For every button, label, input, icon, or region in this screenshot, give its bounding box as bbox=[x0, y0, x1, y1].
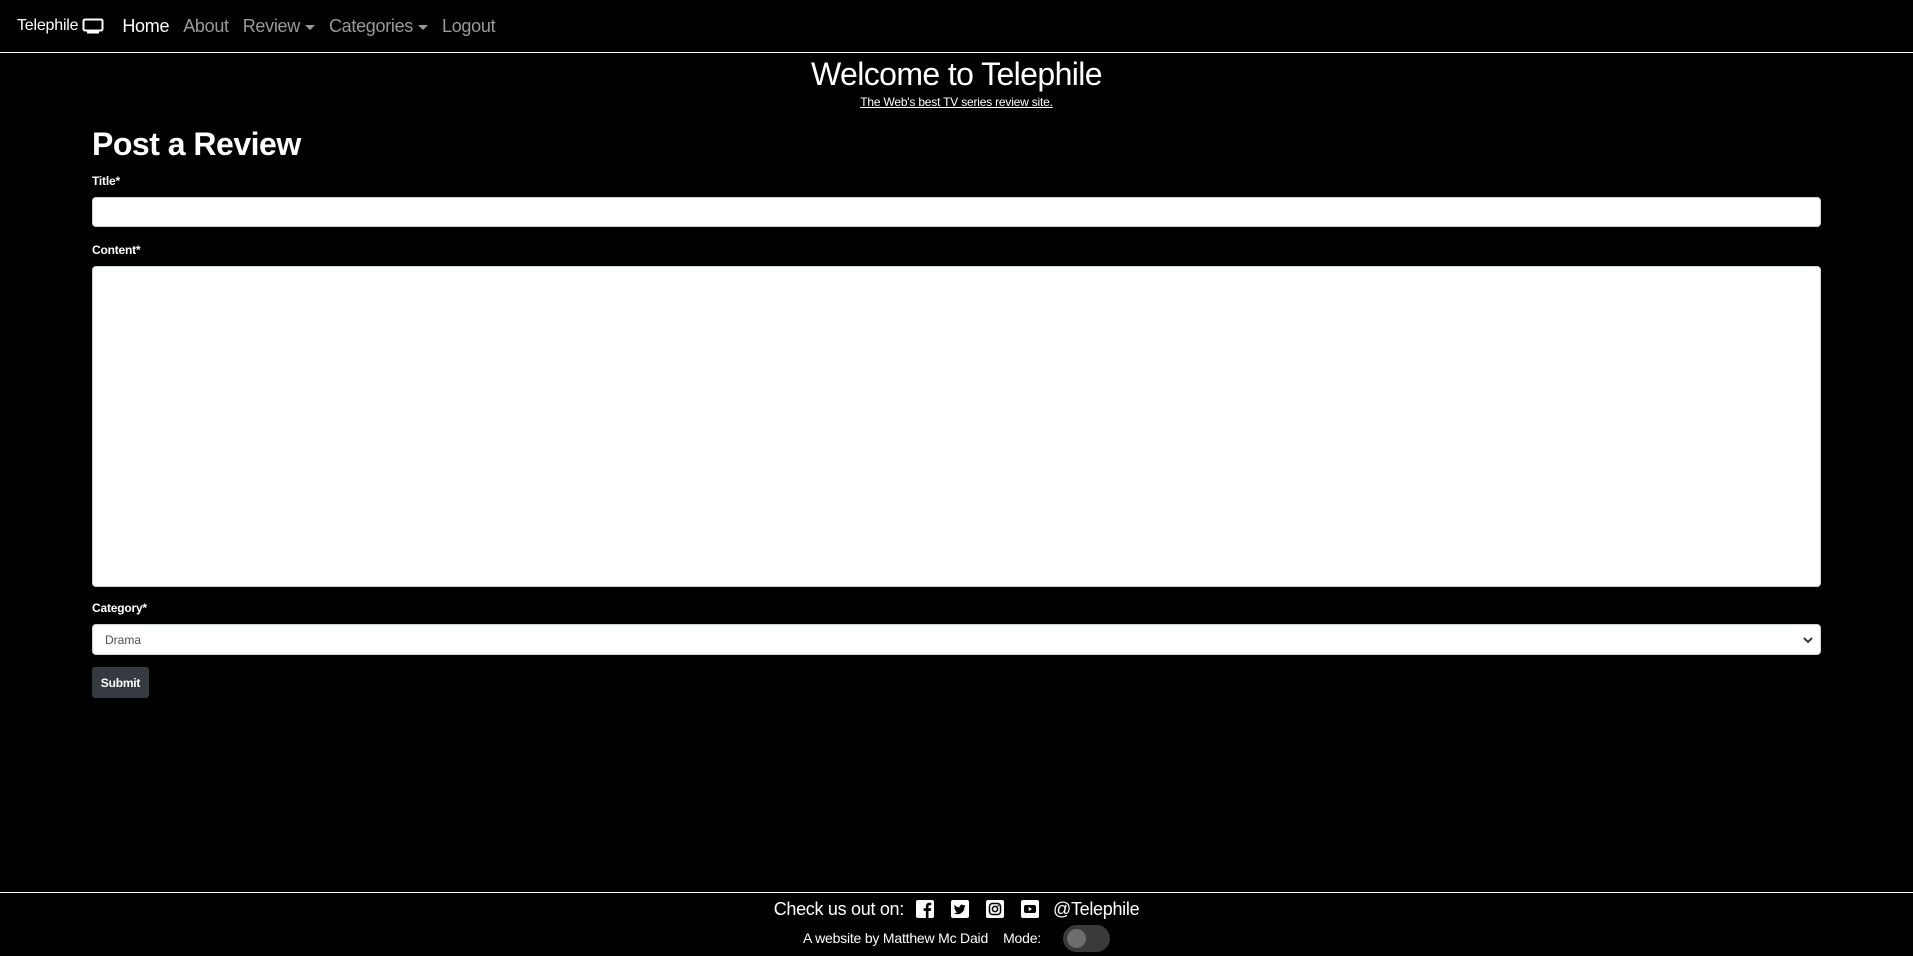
content-label: Content* bbox=[92, 243, 141, 257]
caret-down-icon bbox=[418, 24, 429, 30]
toggle-knob bbox=[1066, 928, 1086, 948]
brand-name: Telephile bbox=[17, 17, 79, 34]
instagram-icon[interactable] bbox=[985, 900, 1004, 918]
category-select[interactable]: Drama bbox=[92, 624, 1821, 655]
nav-review-label: Review bbox=[242, 15, 301, 36]
category-selected-value: Drama bbox=[105, 632, 142, 647]
nav-review-dropdown[interactable]: Review bbox=[243, 16, 315, 37]
form-heading: Post a Review bbox=[92, 126, 301, 162]
content-textarea[interactable] bbox=[92, 266, 1821, 587]
footer: Check us out on: @Telephile A website by… bbox=[0, 892, 1913, 956]
dark-mode-toggle[interactable] bbox=[1062, 924, 1110, 952]
navbar: Telephile Home About Review Categories L… bbox=[0, 0, 1913, 53]
author-credit: A website by Matthew Mc Daid bbox=[803, 930, 989, 946]
title-input[interactable] bbox=[92, 197, 1821, 227]
nav-categories-dropdown[interactable]: Categories bbox=[328, 15, 429, 37]
nav-categories-label: Categories bbox=[328, 15, 414, 36]
social-handle: @Telephile bbox=[1052, 898, 1140, 919]
site-tagline: The Web's best TV series review site. bbox=[860, 95, 1053, 109]
title-label: Title* bbox=[92, 174, 120, 188]
tv-icon bbox=[82, 18, 104, 34]
site-title: Welcome to Telephile bbox=[811, 56, 1103, 92]
review-form: Post a Review Title* Content* Category* … bbox=[92, 122, 1821, 698]
submit-button[interactable]: Submit bbox=[92, 667, 149, 698]
nav-about[interactable]: About bbox=[183, 16, 229, 37]
brand-link[interactable]: Telephile bbox=[17, 17, 104, 35]
mode-label: Mode: bbox=[1003, 930, 1041, 946]
caret-down-icon bbox=[304, 24, 315, 30]
youtube-icon[interactable] bbox=[1020, 900, 1039, 918]
category-label: Category* bbox=[92, 601, 147, 615]
facebook-icon[interactable] bbox=[915, 900, 934, 918]
credit-row: A website by Matthew Mc Daid Mode: bbox=[0, 923, 1913, 953]
nav-about-label: About bbox=[183, 15, 229, 36]
social-row: Check us out on: @Telephile bbox=[0, 895, 1913, 923]
twitter-icon[interactable] bbox=[950, 900, 969, 918]
nav-home-label: Home bbox=[122, 15, 170, 36]
nav-logout-label: Logout bbox=[442, 15, 496, 36]
nav-home[interactable]: Home bbox=[122, 16, 169, 37]
nav-logout[interactable]: Logout bbox=[442, 15, 496, 37]
chevron-down-icon bbox=[1803, 637, 1813, 644]
check-us-out-label: Check us out on: bbox=[773, 898, 905, 919]
